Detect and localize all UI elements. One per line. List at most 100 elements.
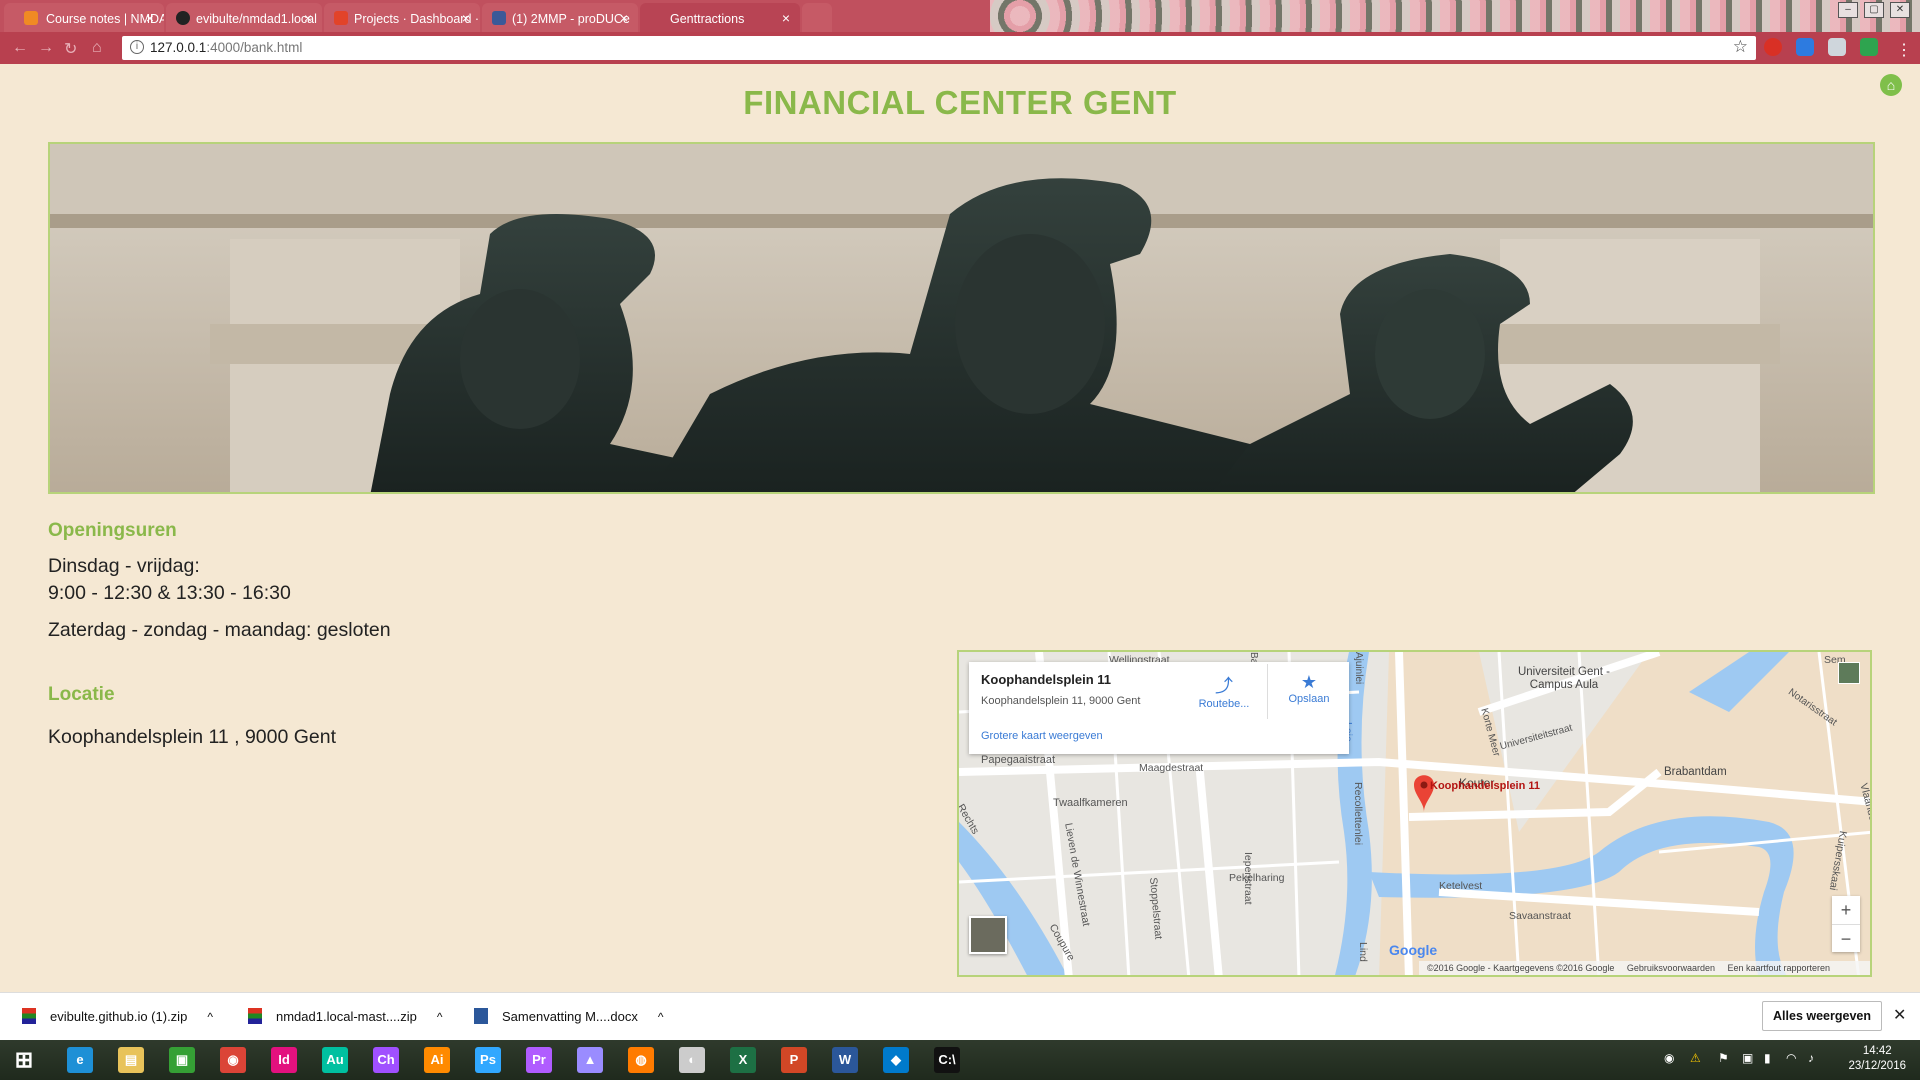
street-view-thumbnail[interactable] — [1838, 662, 1860, 684]
street-label: Iepenstraat — [1242, 852, 1254, 905]
place-card: Koophandelsplein 11 Koophandelsplein 11,… — [969, 662, 1349, 754]
cors-icon[interactable] — [1860, 38, 1878, 56]
close-tab-icon[interactable]: × — [146, 10, 154, 26]
reload-icon[interactable]: ↻ — [64, 39, 77, 59]
place-card-title: Koophandelsplein 11 — [981, 672, 1112, 687]
extension-icon[interactable] — [1796, 38, 1814, 56]
terminal-icon[interactable]: C:\ — [925, 1044, 969, 1076]
tab-facebook[interactable]: (1) 2MMP - proDUCe × — [482, 3, 638, 32]
camera-icon[interactable] — [1828, 38, 1846, 56]
firefox-icon[interactable]: ◍ — [619, 1044, 663, 1076]
internet-explorer-icon[interactable]: e — [58, 1044, 102, 1076]
larger-map-link[interactable]: Grotere kaart weergeven — [981, 730, 1103, 742]
downloads-bar: evibulte.github.io (1).zip ^ nmdad1.local… — [0, 992, 1920, 1040]
maximize-icon[interactable]: ▢ — [1864, 2, 1884, 18]
street-label: Lind — [1357, 942, 1369, 962]
chevron-up-icon[interactable]: ^ — [437, 1010, 443, 1024]
github-desktop-icon[interactable]: ◐ — [670, 1044, 714, 1076]
chevron-up-icon[interactable]: ^ — [207, 1010, 213, 1024]
poi-label[interactable]: Universiteit Gent - Campus Aula — [1514, 666, 1614, 692]
favicon — [24, 11, 38, 25]
tab-github[interactable]: evibulte/nmdad1.local × — [166, 3, 322, 32]
google-logo: Google — [1389, 942, 1438, 958]
satellite-toggle[interactable] — [969, 916, 1007, 954]
zip-file-icon — [248, 1008, 262, 1024]
visual-studio-code-icon[interactable]: ◆ — [874, 1044, 918, 1076]
close-downloads-icon[interactable]: ✕ — [1893, 1005, 1906, 1025]
photoshop-icon[interactable]: Ps — [466, 1044, 510, 1076]
flag-icon[interactable]: ⚑ — [1718, 1051, 1729, 1065]
close-tab-icon[interactable]: × — [462, 10, 470, 26]
star-icon[interactable]: ☆ — [1733, 37, 1748, 57]
address-text: Koophandelsplein 11 , 9000 Gent — [48, 726, 337, 748]
street-label: Pekelharing — [1229, 872, 1285, 884]
github-icon — [176, 11, 190, 25]
street-label: Maagdestraat — [1139, 762, 1204, 774]
wifi-icon[interactable]: ◠ — [1786, 1051, 1796, 1065]
back-icon[interactable]: ← — [12, 39, 28, 57]
page-content: ⌂ FINANCIAL CENTER GENT Openingsuren Din… — [0, 64, 1920, 992]
hours-closed-days: Zaterdag - zondag - maandag: gesloten — [48, 619, 391, 641]
word-file-icon — [474, 1008, 488, 1024]
minimize-icon[interactable]: – — [1838, 2, 1858, 18]
report-error-link[interactable]: Een kaartfout rapporteren — [1727, 963, 1830, 973]
embedded-map[interactable]: Wellingstraat Papegaaistraat Maagdestraa… — [957, 650, 1872, 977]
forward-icon[interactable]: → — [38, 39, 54, 57]
after-effects-icon[interactable]: ▲ — [568, 1044, 612, 1076]
save-button[interactable]: ★ Opslaan — [1279, 672, 1339, 705]
tab-gitlab[interactable]: Projects · Dashboard · Gi × — [324, 3, 480, 32]
street-label: Recollettenlei — [1352, 782, 1364, 846]
extension-icon[interactable] — [1764, 38, 1782, 56]
indesign-icon[interactable]: Id — [262, 1044, 306, 1076]
home-icon[interactable]: ⌂ — [92, 39, 102, 57]
menu-icon[interactable]: ⋮ — [1896, 40, 1912, 60]
address-bar[interactable]: i 127.0.0.1:4000/bank.html ☆ — [122, 36, 1756, 60]
zoom-in-button[interactable]: + — [1832, 896, 1860, 924]
zoom-out-button[interactable]: − — [1832, 924, 1860, 952]
location-heading: Locatie — [48, 684, 115, 705]
download-item[interactable]: nmdad1.local-mast....zip ^ — [248, 1008, 443, 1024]
close-tab-icon[interactable]: × — [620, 10, 628, 26]
directions-button[interactable]: ⤴ Routebe... — [1194, 672, 1254, 710]
character-animator-icon[interactable]: Ch — [364, 1044, 408, 1076]
terms-link[interactable]: Gebruiksvoorwaarden — [1627, 963, 1715, 973]
audition-icon[interactable]: Au — [313, 1044, 357, 1076]
volume-icon[interactable]: ♪ — [1808, 1051, 1814, 1065]
chevron-up-icon[interactable]: ^ — [658, 1010, 664, 1024]
file-explorer-icon[interactable]: ▤ — [109, 1044, 153, 1076]
zoom-control: + − — [1832, 896, 1860, 952]
excel-icon[interactable]: X — [721, 1044, 765, 1076]
place-card-address: Koophandelsplein 11, 9000 Gent — [981, 695, 1141, 707]
illustrator-icon[interactable]: Ai — [415, 1044, 459, 1076]
close-tab-icon[interactable]: × — [304, 10, 312, 26]
info-icon[interactable]: i — [130, 40, 144, 54]
hours-weekdays-label: Dinsdag - vrijdag: — [48, 555, 200, 577]
map-attribution: ©2016 Google - Kaartgegevens ©2016 Googl… — [1419, 961, 1870, 975]
powerpoint-icon[interactable]: P — [772, 1044, 816, 1076]
new-tab-button[interactable] — [802, 3, 832, 32]
show-all-downloads-button[interactable]: Alles weergeven — [1762, 1001, 1882, 1031]
download-item[interactable]: evibulte.github.io (1).zip ^ — [22, 1008, 213, 1024]
system-clock[interactable]: 14:42 23/12/2016 — [1848, 1044, 1906, 1074]
page-title: FINANCIAL CENTER GENT — [743, 84, 1177, 121]
window-controls: – ▢ ✕ — [1838, 2, 1910, 18]
store-icon[interactable]: ▣ — [160, 1044, 204, 1076]
battery-icon[interactable]: ▮ — [1764, 1051, 1771, 1065]
clock-date: 23/12/2016 — [1848, 1060, 1906, 1072]
windows-start-icon[interactable]: ⊞ — [2, 1044, 46, 1076]
chrome-tray-icon[interactable]: ◉ — [1664, 1051, 1674, 1065]
close-tab-icon[interactable]: × — [782, 10, 790, 26]
close-window-icon[interactable]: ✕ — [1890, 2, 1910, 18]
street-label: Ajuinlei — [1353, 652, 1364, 685]
tab-genttractions[interactable]: Genttractions × — [640, 3, 800, 32]
facebook-icon — [492, 11, 506, 25]
marker-label: Koophandelsplein 11 — [1430, 780, 1541, 792]
network-icon[interactable]: ▣ — [1742, 1051, 1753, 1065]
warning-icon[interactable]: ⚠ — [1690, 1051, 1701, 1065]
tab-course-notes[interactable]: Course notes | NMDAD-I × — [4, 3, 164, 32]
chrome-icon[interactable]: ◉ — [211, 1044, 255, 1076]
street-label: Savaanstraat — [1509, 910, 1571, 922]
download-item[interactable]: Samenvatting M....docx ^ — [474, 1008, 663, 1024]
premiere-icon[interactable]: Pr — [517, 1044, 561, 1076]
word-icon[interactable]: W — [823, 1044, 867, 1076]
